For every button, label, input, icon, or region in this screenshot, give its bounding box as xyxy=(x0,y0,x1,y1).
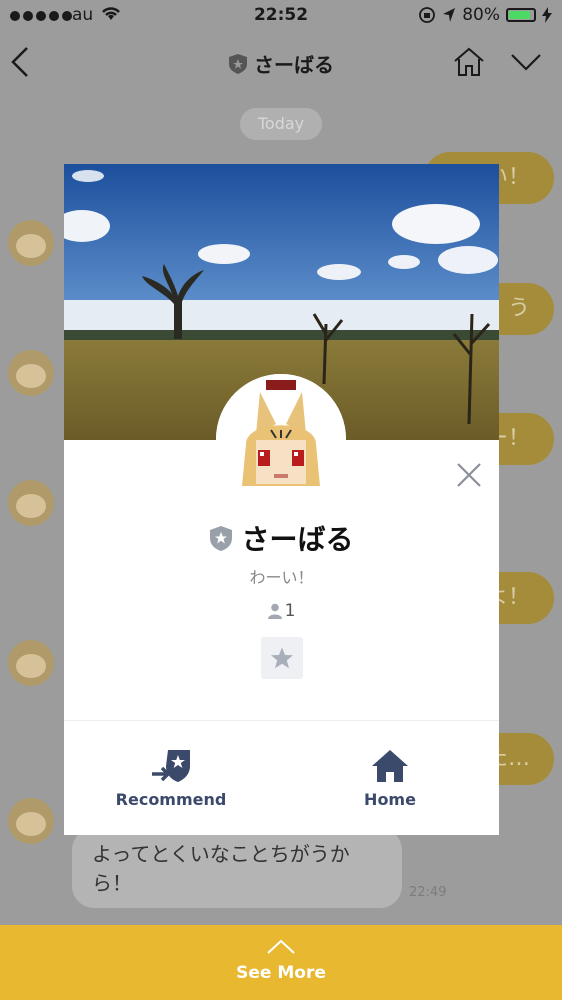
home-icon xyxy=(372,750,408,782)
friend-count-value: 1 xyxy=(284,601,296,621)
official-shield-icon xyxy=(210,525,233,551)
home-button[interactable]: Home xyxy=(310,748,470,809)
favorite-button[interactable] xyxy=(261,637,303,679)
orientation-lock-icon xyxy=(419,7,436,23)
profile-name-text: さーばる xyxy=(241,523,354,556)
status-message: わーい！ xyxy=(249,568,314,587)
profile-modal: さーばる わーい！ 1 Recommend Home xyxy=(64,164,499,835)
battery-percent: 80% xyxy=(462,5,500,25)
avatar[interactable] xyxy=(8,798,54,844)
avatar[interactable] xyxy=(8,350,54,396)
charging-bolt-icon xyxy=(542,7,552,23)
status-bar: au 22:52 80% xyxy=(0,0,562,32)
close-icon[interactable] xyxy=(456,462,482,488)
chevron-down-icon[interactable] xyxy=(510,52,542,76)
date-chip: Today xyxy=(240,108,322,140)
see-more-bar[interactable]: See More xyxy=(0,925,562,1000)
message-bubble-left[interactable]: よってとくいなことちがうから！ xyxy=(72,828,402,908)
nav-bar: さーばる xyxy=(0,32,562,92)
location-arrow-icon xyxy=(443,8,456,22)
profile-name: さーばる xyxy=(64,518,499,558)
chat-title-text: さーばる xyxy=(254,53,334,77)
star-icon xyxy=(271,647,293,669)
see-more-label: See More xyxy=(236,963,326,983)
chevron-up-icon xyxy=(266,939,296,959)
status-right: 80% xyxy=(418,5,552,25)
battery-icon xyxy=(506,8,536,22)
home-label: Home xyxy=(364,790,416,809)
friend-count: 1 xyxy=(64,601,499,621)
avatar[interactable] xyxy=(8,220,54,266)
official-shield-icon xyxy=(229,53,247,74)
avatar[interactable] xyxy=(8,640,54,686)
profile-avatar[interactable] xyxy=(216,374,346,504)
recommend-button[interactable]: Recommend xyxy=(91,748,251,809)
divider xyxy=(64,720,499,721)
message-time: 22:49 xyxy=(409,885,447,900)
person-icon xyxy=(267,603,282,619)
recommend-shield-icon xyxy=(152,750,190,782)
avatar[interactable] xyxy=(8,480,54,526)
recommend-label: Recommend xyxy=(115,790,227,809)
home-icon[interactable] xyxy=(452,46,486,82)
